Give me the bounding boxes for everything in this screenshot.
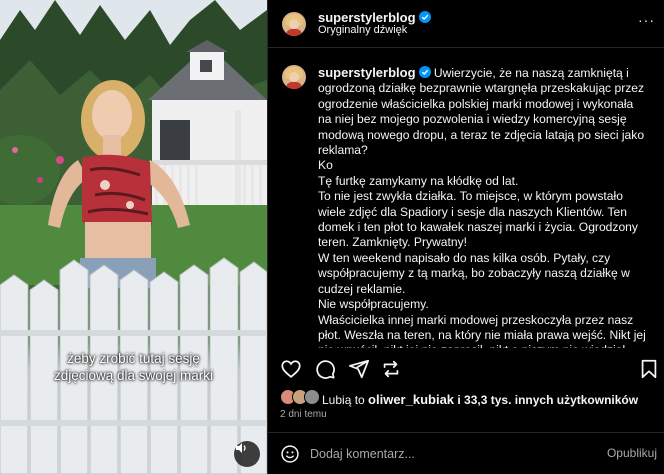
- comment-icon[interactable]: [314, 358, 336, 380]
- comment-input[interactable]: [310, 443, 600, 465]
- video-caption-line-2: zdjęciową dla swojej marki: [53, 368, 214, 383]
- post-header: superstylerblog Oryginalny dźwięk ···: [268, 0, 664, 48]
- post-media[interactable]: żeby zrobić tutaj sesję zdjęciową dla sw…: [0, 0, 267, 474]
- heart-icon[interactable]: [280, 358, 302, 380]
- likes-row: Lubią to oliwer_kubiak i 33,3 tys. innyc…: [280, 389, 660, 409]
- verified-badge-icon: [418, 66, 431, 78]
- volume-button[interactable]: [234, 441, 260, 467]
- more-options-button[interactable]: ···: [638, 12, 655, 28]
- post-date[interactable]: 2 dni temu: [280, 409, 327, 420]
- likes-prefix: Lubią to: [322, 393, 369, 407]
- caption-text: superstylerblog Uwierzycie, że na naszą …: [318, 65, 648, 348]
- caption-author-avatar[interactable]: [282, 65, 306, 89]
- likes-suffix[interactable]: i 33,3 tys. innych użytkowników: [454, 393, 638, 407]
- caption-line: Właścicielka innej marki modowej przesko…: [318, 312, 646, 349]
- caption-paragraph-1: superstylerblog Uwierzycie, że na naszą …: [318, 65, 648, 158]
- comment-bar: Opublikuj: [268, 432, 664, 474]
- publish-button[interactable]: Opublikuj: [607, 446, 657, 460]
- verified-badge-icon: [418, 11, 431, 23]
- caption-username[interactable]: superstylerblog: [318, 65, 416, 80]
- caption-scroll-area[interactable]: superstylerblog Uwierzycie, że na naszą …: [268, 56, 664, 348]
- photo-scene: [0, 0, 267, 474]
- emoji-icon[interactable]: [280, 444, 300, 464]
- caption-line: W ten weekend napisało do nas kilka osób…: [318, 250, 630, 296]
- liker-username[interactable]: oliwer_kubiak: [368, 392, 454, 407]
- video-caption-line-1: żeby zrobić tutaj sesję: [67, 351, 200, 366]
- likes-text[interactable]: Lubią to oliwer_kubiak i 33,3 tys. innyc…: [322, 392, 638, 407]
- caption-line: To nie jest zwykła działka. To miejsce, …: [318, 189, 638, 250]
- share-icon[interactable]: [348, 358, 370, 380]
- caption-line: Tę furtkę zamykamy na kłódkę od lat.: [318, 173, 519, 188]
- audio-label[interactable]: Oryginalny dźwięk: [318, 24, 407, 36]
- caption-line: Ko: [318, 158, 333, 173]
- volume-icon: [236, 443, 246, 453]
- liker-avatar: [304, 389, 320, 405]
- bookmark-icon[interactable]: [638, 358, 660, 380]
- repost-icon[interactable]: [380, 358, 402, 380]
- author-avatar[interactable]: [282, 12, 306, 36]
- author-username[interactable]: superstylerblog: [318, 10, 416, 25]
- post-panel: superstylerblog Oryginalny dźwięk ··· su…: [267, 0, 664, 474]
- caption-line: Nie współpracujemy.: [318, 297, 429, 312]
- action-bar: [268, 350, 664, 384]
